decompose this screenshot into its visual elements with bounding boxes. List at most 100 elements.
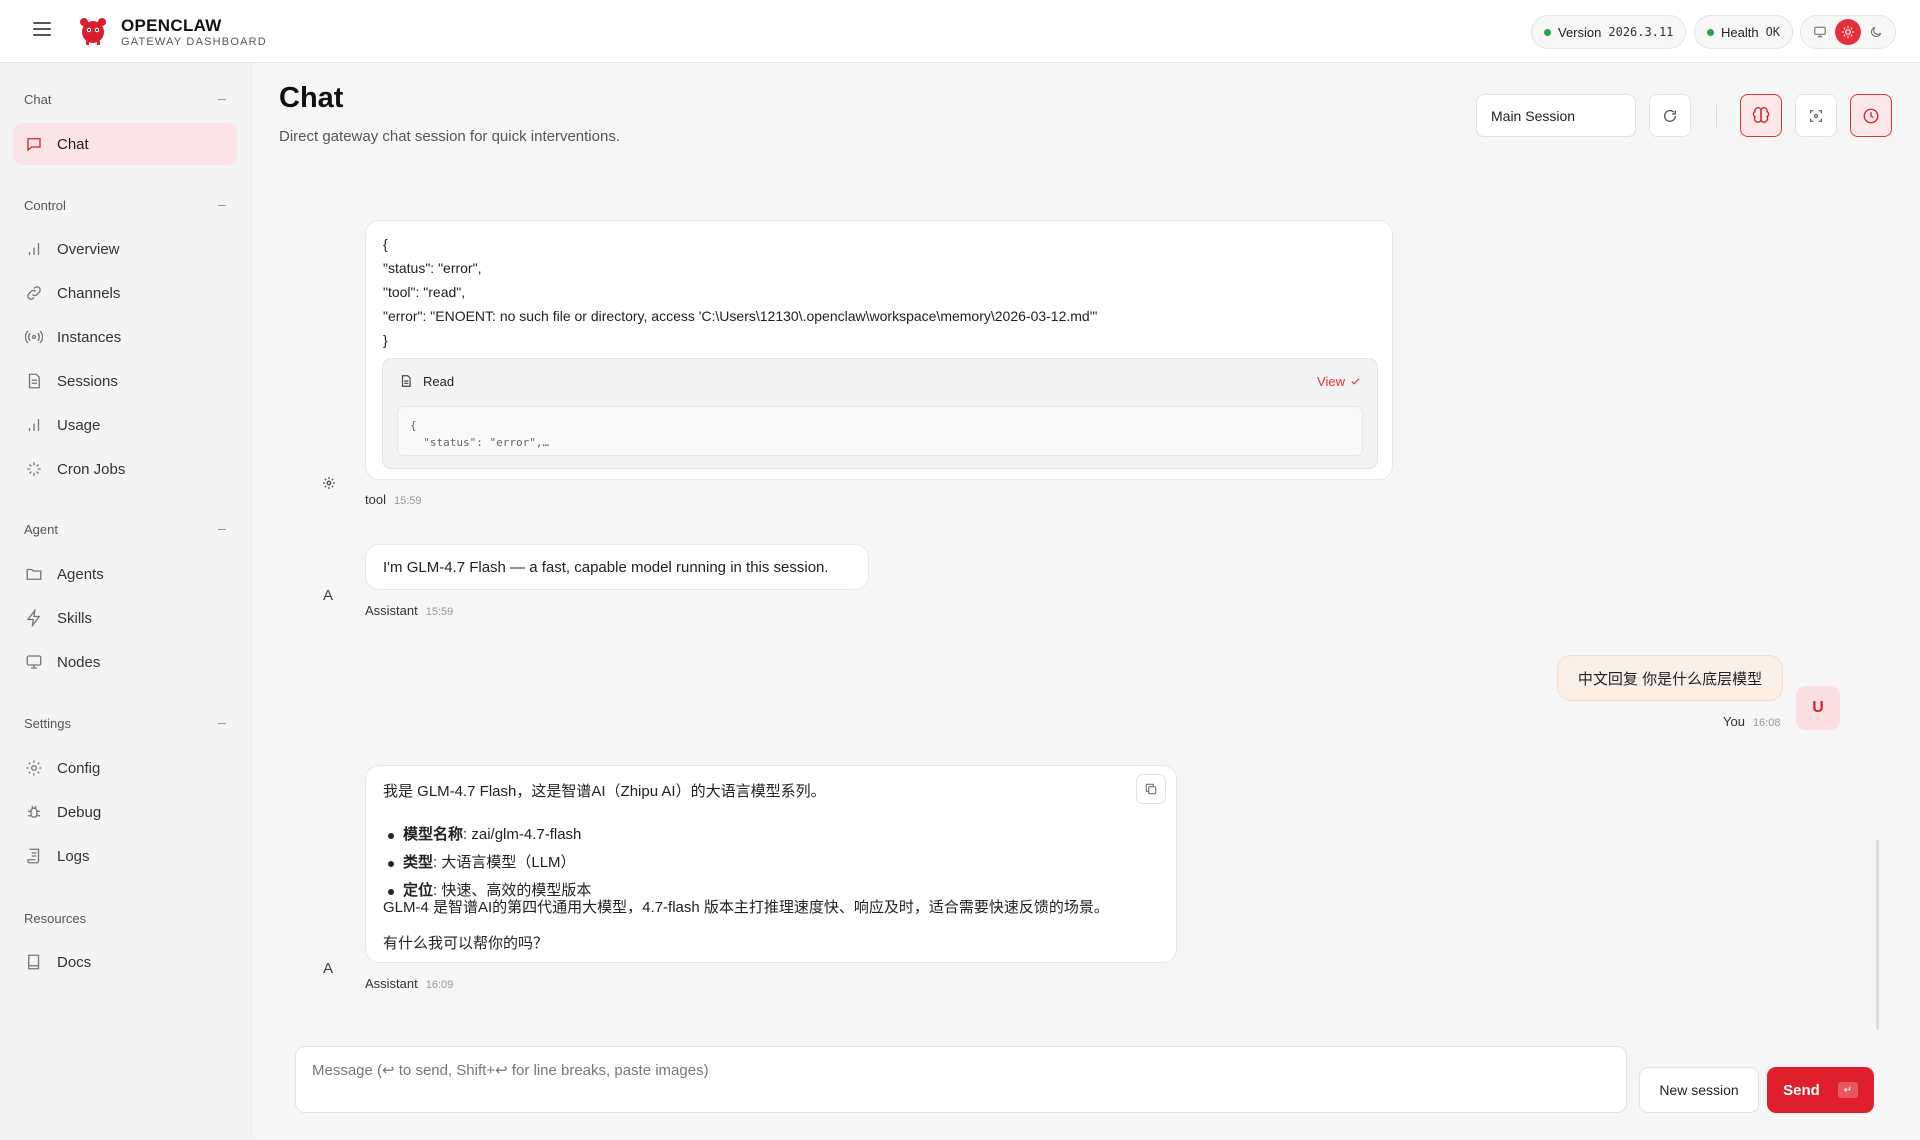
sidebar-group-chat[interactable]: Chat bbox=[24, 92, 228, 107]
message-list: 模型名称: zai/glm-4.7-flash 类型: 大语言模型（LLM） 定… bbox=[385, 821, 591, 905]
thinking-toggle-button[interactable] bbox=[1740, 94, 1782, 137]
page-title: Chat bbox=[279, 82, 344, 114]
gear-icon bbox=[323, 477, 335, 489]
tool-call-card: Read View { "status": "error",… bbox=[382, 358, 1378, 469]
history-button[interactable] bbox=[1850, 94, 1892, 137]
page-subtitle: Direct gateway chat session for quick in… bbox=[279, 128, 620, 145]
list-item: 模型名称: zai/glm-4.7-flash bbox=[385, 821, 591, 849]
sidebar-item-chat[interactable]: Chat bbox=[13, 123, 237, 165]
sidebar-item-label: Config bbox=[57, 759, 101, 777]
copy-icon bbox=[1145, 783, 1157, 795]
assistant-message: 我是 GLM-4.7 Flash，这是智谱AI（Zhipu AI）的大语言模型系… bbox=[365, 765, 1177, 963]
bar-chart-icon bbox=[28, 419, 40, 431]
monitor-icon[interactable] bbox=[1807, 19, 1833, 45]
sidebar-item-logs[interactable]: Logs bbox=[13, 835, 237, 877]
scroll-icon bbox=[27, 848, 40, 864]
tool-message-meta: tool 15:59 bbox=[365, 492, 422, 507]
sidebar-item-sessions[interactable]: Sessions bbox=[13, 360, 237, 402]
brand-subtitle: GATEWAY DASHBOARD bbox=[121, 36, 267, 48]
toolbar-divider bbox=[1716, 105, 1717, 127]
new-session-button[interactable]: New session bbox=[1639, 1067, 1759, 1113]
refresh-button[interactable] bbox=[1649, 94, 1691, 137]
sidebar-item-label: Channels bbox=[57, 284, 121, 302]
send-label: Send bbox=[1783, 1081, 1820, 1099]
version-value: 2026.3.11 bbox=[1608, 25, 1674, 39]
sidebar-item-usage[interactable]: Usage bbox=[13, 404, 237, 446]
bug-icon bbox=[28, 805, 40, 818]
sidebar-item-docs[interactable]: Docs bbox=[13, 941, 237, 983]
clock-icon bbox=[1863, 108, 1879, 123]
monitor-icon bbox=[26, 655, 42, 669]
message-text: 中文回复 你是什么底层模型 bbox=[1577, 670, 1763, 688]
sidebar-item-label: Debug bbox=[57, 803, 102, 821]
sidebar-group-settings[interactable]: Settings bbox=[24, 716, 228, 731]
chat-scrollbar[interactable] bbox=[1876, 840, 1879, 1030]
view-label: View bbox=[1317, 374, 1345, 389]
sidebar-group-agent[interactable]: Agent bbox=[24, 522, 228, 537]
message-paragraph: GLM-4 是智谱AI的第四代通用大模型，4.7-flash 版本主打推理速度快… bbox=[383, 899, 1109, 916]
sidebar-item-debug[interactable]: Debug bbox=[13, 791, 237, 833]
refresh-icon bbox=[1664, 109, 1676, 122]
sidebar-item-instances[interactable]: Instances bbox=[13, 316, 237, 358]
sender-label: tool bbox=[365, 492, 386, 507]
sidebar-item-label: Nodes bbox=[57, 653, 101, 671]
user-message-meta: You 16:08 bbox=[1723, 714, 1780, 729]
timestamp: 15:59 bbox=[393, 495, 422, 507]
group-label: Control bbox=[24, 198, 66, 213]
folder-icon bbox=[26, 568, 42, 580]
sidebar-item-label: Docs bbox=[57, 953, 92, 971]
message-intro: 我是 GLM-4.7 Flash，这是智谱AI（Zhipu AI）的大语言模型系… bbox=[383, 783, 826, 800]
assistant-avatar: A bbox=[322, 586, 333, 604]
sidebar-item-label: Sessions bbox=[57, 372, 118, 390]
focus-icon bbox=[1810, 109, 1822, 122]
book-icon bbox=[28, 954, 40, 970]
version-label: Version bbox=[1558, 24, 1602, 40]
message-text: I'm GLM-4.7 Flash — a fast, capable mode… bbox=[383, 558, 829, 576]
sun-icon[interactable] bbox=[1835, 19, 1861, 45]
sidebar-item-cron-jobs[interactable]: Cron Jobs bbox=[13, 448, 237, 490]
preview-line: "status": "error",… bbox=[410, 436, 550, 449]
sidebar-item-skills[interactable]: Skills bbox=[13, 597, 237, 639]
bar-chart-icon bbox=[28, 243, 40, 255]
copy-button[interactable] bbox=[1136, 774, 1166, 804]
collapse-icon bbox=[218, 529, 226, 530]
message-input[interactable]: Message (↩ to send, Shift+↩ for line bre… bbox=[295, 1046, 1627, 1113]
tool-json-output: { "status": "error", "tool": "read", "er… bbox=[383, 232, 1097, 352]
session-select[interactable]: Main Session bbox=[1476, 94, 1636, 137]
sidebar-group-resources[interactable]: Resources bbox=[24, 911, 228, 926]
openclaw-logo bbox=[80, 18, 106, 45]
moon-icon[interactable] bbox=[1863, 19, 1889, 45]
item-key: 模型名称 bbox=[403, 826, 464, 843]
sidebar-item-label: Overview bbox=[57, 240, 120, 258]
sidebar-item-nodes[interactable]: Nodes bbox=[13, 641, 237, 683]
assistant-message-meta: Assistant 16:09 bbox=[365, 976, 453, 991]
file-text-icon bbox=[28, 373, 40, 389]
menu-icon[interactable] bbox=[33, 22, 51, 36]
sidebar-item-label: Agents bbox=[57, 565, 104, 583]
message-question: 有什么我可以帮你的吗？ bbox=[383, 935, 549, 952]
sidebar-item-label: Skills bbox=[57, 609, 93, 627]
sidebar-item-label: Chat bbox=[57, 135, 89, 153]
loader-icon bbox=[27, 462, 41, 476]
sidebar-group-control[interactable]: Control bbox=[24, 198, 228, 213]
list-item: 类型: 大语言模型（LLM） bbox=[385, 849, 591, 877]
collapse-icon bbox=[218, 205, 226, 206]
zap-icon bbox=[26, 609, 41, 627]
json-line: } bbox=[383, 332, 388, 348]
group-label: Chat bbox=[24, 92, 52, 107]
sidebar-item-overview[interactable]: Overview bbox=[13, 228, 237, 270]
json-line: "error": "ENOENT: no such file or direct… bbox=[383, 308, 1098, 324]
assistant-message: I'm GLM-4.7 Flash — a fast, capable mode… bbox=[365, 544, 869, 590]
focus-button[interactable] bbox=[1795, 94, 1837, 137]
assistant-message-meta: Assistant 15:59 bbox=[365, 603, 453, 618]
view-button[interactable]: View bbox=[1317, 374, 1361, 389]
sidebar-item-agents[interactable]: Agents bbox=[13, 553, 237, 595]
link-icon bbox=[27, 286, 41, 300]
item-value: : 大语言模型（LLM） bbox=[433, 854, 576, 871]
timestamp: 16:08 bbox=[1752, 717, 1781, 729]
preview-line: { bbox=[410, 419, 417, 432]
sidebar-item-config[interactable]: Config bbox=[13, 747, 237, 789]
send-button[interactable]: Send ↵ bbox=[1767, 1067, 1874, 1113]
json-line: "tool": "read", bbox=[383, 284, 466, 300]
sidebar-item-channels[interactable]: Channels bbox=[13, 272, 237, 314]
